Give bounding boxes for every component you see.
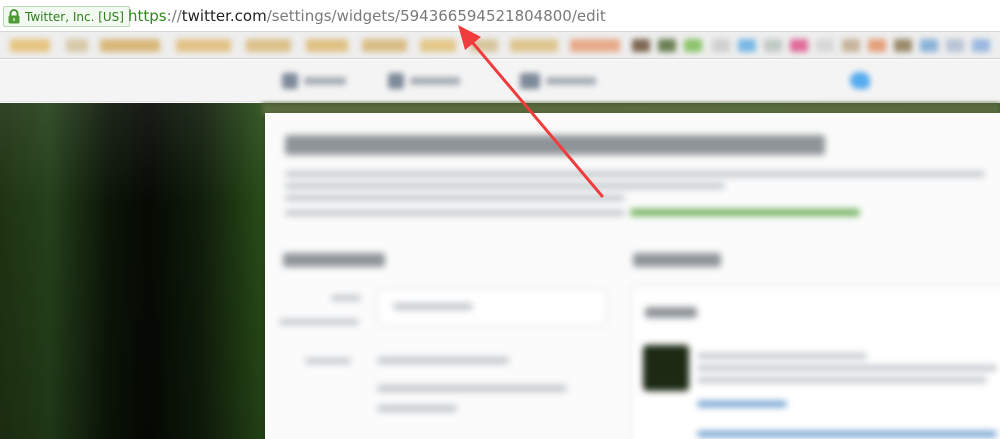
account-select-value	[393, 303, 473, 310]
tweet-link[interactable]	[697, 401, 787, 407]
bookmark-item[interactable]	[470, 39, 498, 52]
home-icon	[282, 73, 298, 89]
nav-home[interactable]	[282, 73, 346, 89]
bookmark-item[interactable]	[100, 39, 160, 52]
address-bar[interactable]: Twitter, Inc. [US] https://twitter.com/s…	[0, 0, 1000, 32]
url-scheme: https	[128, 7, 167, 25]
option-text[interactable]	[377, 405, 457, 412]
nav-messages[interactable]	[520, 73, 596, 89]
bookmark-item[interactable]	[816, 39, 834, 52]
bookmark-item[interactable]	[658, 39, 676, 52]
description-text	[285, 171, 985, 177]
option-text[interactable]	[377, 385, 567, 392]
url-path: /settings/widgets/594366594521804800/edi…	[266, 7, 606, 25]
twitter-bird-icon[interactable]	[850, 72, 870, 89]
bookmark-item[interactable]	[738, 39, 756, 52]
widget-settings-panel	[265, 113, 1000, 439]
url-host: twitter.com	[181, 7, 267, 25]
ev-certificate-badge[interactable]: Twitter, Inc. [US]	[3, 6, 130, 27]
description-text	[285, 210, 625, 216]
tweet-text	[697, 353, 867, 359]
bookmark-item[interactable]	[920, 39, 938, 52]
bookmark-item[interactable]	[894, 39, 912, 52]
nav-notifications[interactable]	[388, 73, 460, 89]
field-label	[331, 295, 361, 301]
bookmark-item[interactable]	[684, 39, 702, 52]
help-link[interactable]	[630, 209, 860, 216]
bookmark-item[interactable]	[790, 39, 808, 52]
bookmark-item[interactable]	[66, 39, 88, 52]
bookmark-item[interactable]	[842, 39, 860, 52]
field-label	[305, 358, 351, 364]
url-separator: ://	[166, 7, 182, 25]
bookmark-item[interactable]	[176, 39, 231, 52]
bookmark-item[interactable]	[712, 39, 730, 52]
bell-icon	[388, 73, 404, 89]
lock-icon	[7, 9, 21, 24]
bookmark-item[interactable]	[570, 39, 620, 52]
url-field[interactable]: https://twitter.com/settings/widgets/594…	[128, 6, 606, 27]
twitter-top-nav	[0, 60, 1000, 102]
tweet-text	[697, 365, 997, 371]
bookmarks-bar	[0, 32, 1000, 59]
bookmark-item[interactable]	[632, 39, 650, 52]
bookmark-item[interactable]	[946, 39, 964, 52]
field-label	[279, 319, 359, 325]
avatar	[643, 345, 689, 391]
description-text	[285, 183, 725, 189]
bookmark-item[interactable]	[10, 39, 50, 52]
preview-heading	[633, 253, 721, 267]
bookmark-item[interactable]	[420, 39, 456, 52]
preview-tweets-label	[645, 307, 697, 318]
tweet-text	[697, 377, 987, 383]
envelope-icon	[520, 73, 540, 89]
option-text[interactable]	[377, 357, 509, 364]
bookmark-item[interactable]	[306, 39, 348, 52]
settings-heading	[283, 253, 385, 267]
ev-badge-label: Twitter, Inc. [US]	[25, 9, 124, 24]
bookmark-item[interactable]	[764, 39, 782, 52]
bookmark-item[interactable]	[246, 39, 291, 52]
page-title	[285, 135, 825, 155]
bookmark-item[interactable]	[362, 39, 407, 52]
bookmark-item[interactable]	[510, 39, 558, 52]
bookmark-item[interactable]	[972, 39, 990, 52]
bookmark-item[interactable]	[868, 39, 886, 52]
description-text	[285, 195, 625, 201]
tweet-link[interactable]	[697, 431, 997, 437]
